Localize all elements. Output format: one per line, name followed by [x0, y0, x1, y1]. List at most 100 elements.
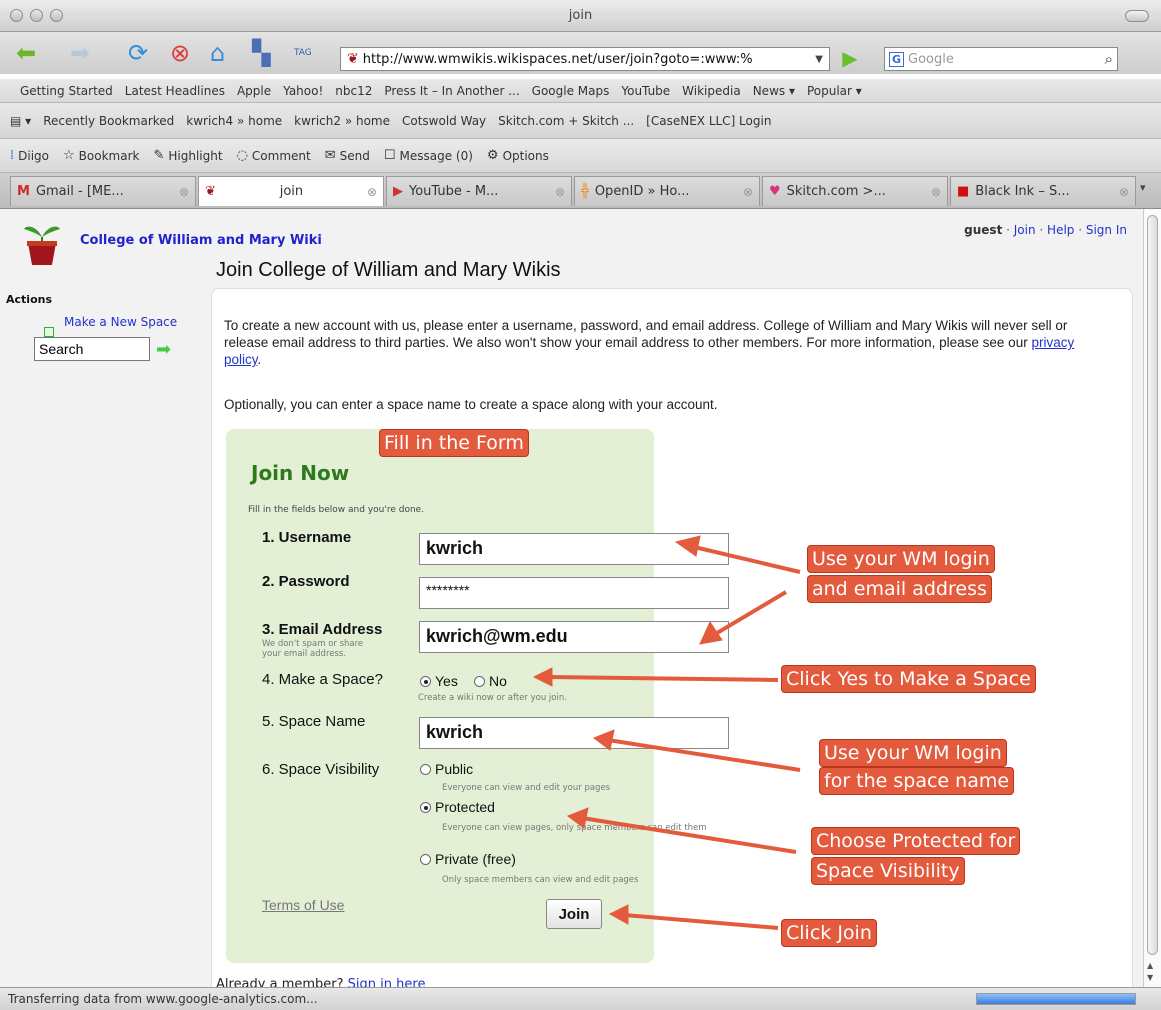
tab-skitch[interactable]: ♥ Skitch.com >... ⊗ — [762, 176, 948, 206]
site-name[interactable]: College of William and Mary Wiki — [80, 233, 322, 248]
bookmark-link[interactable]: kwrich4 » home — [186, 114, 282, 128]
space-name-input[interactable]: kwrich — [419, 717, 729, 749]
youtube-icon: ▶ — [393, 184, 403, 199]
scroll-down-icon[interactable]: ▼ — [1147, 973, 1153, 982]
site-favicon-icon: ❦ — [347, 51, 359, 67]
already-text: Already a member? — [216, 977, 348, 987]
bookmark-link[interactable]: Skitch.com + Skitch ... — [498, 114, 634, 128]
bookmark-link[interactable]: [CaseNEX LLC] Login — [646, 114, 771, 128]
bookmark-menu[interactable]: ☆ Bookmark — [63, 148, 139, 163]
make-new-space-link[interactable]: Make a New Space — [64, 315, 177, 329]
url-text[interactable]: http://www.wmwikis.wikispaces.net/user/j… — [363, 52, 812, 67]
wiki-logo — [24, 226, 60, 265]
bookmark-link[interactable]: Cotswold Way — [402, 114, 486, 128]
bookmark-link[interactable]: Getting Started — [20, 84, 113, 98]
radio-public-icon[interactable] — [420, 763, 431, 775]
bookmark-link[interactable]: YouTube — [621, 84, 670, 98]
bookmark-page-icon[interactable]: ▚ — [252, 38, 270, 68]
email-input[interactable]: kwrich@wm.edu — [419, 621, 729, 653]
username-input[interactable]: kwrich — [419, 533, 729, 565]
tag-icon[interactable]: TAG — [294, 38, 312, 68]
radio-no-icon[interactable] — [474, 675, 485, 687]
tab-join[interactable]: ❦ join ⊗ — [198, 176, 384, 206]
highlight-menu[interactable]: ✎ Highlight — [153, 148, 222, 163]
visibility-public[interactable]: Public — [420, 761, 473, 777]
close-tab-icon[interactable]: ⊗ — [931, 185, 941, 199]
comment-menu[interactable]: ◌ Comment — [237, 148, 311, 163]
search-box[interactable]: G Google ⌕ — [884, 47, 1118, 71]
scroll-up-icon[interactable]: ▲ — [1147, 961, 1153, 970]
send-menu[interactable]: ✉ Send — [325, 148, 370, 163]
vertical-scrollbar[interactable]: ▲ ▼ — [1143, 209, 1161, 987]
sign-in-link[interactable]: Sign In — [1086, 223, 1127, 237]
close-tab-icon[interactable]: ⊗ — [179, 185, 189, 199]
tab-gmail[interactable]: M Gmail - [ME... ⊗ — [10, 176, 196, 206]
intro-paragraph: To create a new account with us, please … — [224, 318, 1068, 350]
user-name: guest — [964, 223, 1003, 237]
url-dropdown-icon[interactable]: ▼ — [815, 54, 823, 65]
tab-blackink[interactable]: ■ Black Ink – S... ⊗ — [950, 176, 1136, 206]
options-button[interactable]: ⚙ Options — [487, 148, 549, 163]
visibility-protected[interactable]: Protected — [420, 799, 495, 815]
bookmark-link[interactable]: Press It – In Another ... — [384, 84, 519, 98]
tab-list-icon[interactable]: ▾ — [1140, 181, 1146, 194]
forward-arrow-icon[interactable]: ➡ — [70, 38, 90, 68]
message-button[interactable]: ☐ Message (0) — [384, 148, 473, 163]
toolbar-toggle-button[interactable] — [1125, 10, 1149, 22]
bookmark-link[interactable]: kwrich2 » home — [294, 114, 390, 128]
tab-label: join — [279, 184, 304, 199]
visibility-private[interactable]: Private (free) — [420, 851, 516, 867]
help-link[interactable]: Help — [1047, 223, 1074, 237]
highlight-icon: ✎ — [153, 148, 165, 163]
public-sub: Everyone can view and edit your pages — [442, 783, 611, 793]
bookmark-link[interactable]: Google Maps — [532, 84, 610, 98]
magnifier-icon[interactable]: ⌕ — [1105, 50, 1113, 68]
sign-in-here-link[interactable]: Sign in here — [348, 977, 426, 987]
tab-openid[interactable]: ╬ OpenID » Ho... ⊗ — [574, 176, 760, 206]
close-tab-icon[interactable]: ⊗ — [555, 185, 565, 199]
close-tab-icon[interactable]: ⊗ — [367, 185, 377, 199]
stop-icon[interactable]: ⊗ — [170, 38, 190, 68]
tab-label: Gmail - [ME... — [35, 184, 124, 199]
bookmark-link[interactable]: News ▾ — [753, 84, 795, 98]
search-engine-icon[interactable]: G — [889, 51, 905, 67]
bookmark-link[interactable]: Yahoo! — [283, 84, 323, 98]
sidebar-search-input[interactable] — [34, 337, 150, 361]
private-label: Private (free) — [435, 851, 516, 867]
diigo-menu[interactable]: ⁞ Diigo — [10, 148, 49, 163]
tab-youtube[interactable]: ▶ YouTube - M... ⊗ — [386, 176, 572, 206]
radio-private-icon[interactable] — [420, 853, 431, 865]
space-name-label: 5. Space Name — [262, 713, 366, 730]
bookmark-link[interactable]: nbc12 — [335, 84, 372, 98]
search-input[interactable]: Google — [908, 52, 1101, 67]
terms-of-use-link[interactable]: Terms of Use — [262, 897, 344, 913]
address-bar[interactable]: ❦ http://www.wmwikis.wikispaces.net/user… — [340, 47, 830, 71]
join-link[interactable]: Join — [1014, 223, 1036, 237]
make-space-no[interactable]: No — [474, 673, 507, 689]
scroll-thumb[interactable] — [1147, 215, 1158, 955]
close-tab-icon[interactable]: ⊗ — [1119, 185, 1129, 199]
tab-label: Black Ink – S... — [975, 184, 1070, 199]
make-space-yes[interactable]: Yes — [420, 673, 458, 689]
recent-bookmarks-icon[interactable]: ▤ ▾ — [10, 114, 31, 128]
bookmark-link[interactable]: Apple — [237, 84, 271, 98]
back-arrow-icon[interactable]: ⬅ — [16, 38, 36, 68]
password-input[interactable]: ******** — [419, 577, 729, 609]
intro-text: To create a new account with us, please … — [224, 317, 1104, 368]
close-tab-icon[interactable]: ⊗ — [743, 185, 753, 199]
join-button[interactable]: Join — [546, 899, 602, 929]
bookmark-link[interactable]: Recently Bookmarked — [43, 114, 174, 128]
annotation-login-2: and email address — [808, 576, 991, 602]
bookmark-link[interactable]: Wikipedia — [682, 84, 741, 98]
radio-protected-icon[interactable] — [420, 801, 431, 813]
bookmark-link[interactable]: Popular ▾ — [807, 84, 862, 98]
new-space-icon — [44, 327, 54, 337]
bookmark-link[interactable]: Latest Headlines — [125, 84, 225, 98]
radio-yes-icon[interactable] — [420, 675, 431, 687]
reload-icon[interactable]: ⟳ — [128, 38, 148, 68]
username-label: 1. Username — [262, 529, 352, 546]
email-sub: We don't spam or share your email addres… — [262, 639, 364, 659]
go-arrow-icon[interactable]: ▶ — [838, 46, 862, 72]
search-go-icon[interactable]: ➡ — [156, 339, 171, 360]
home-icon[interactable]: ⌂ — [210, 38, 225, 68]
